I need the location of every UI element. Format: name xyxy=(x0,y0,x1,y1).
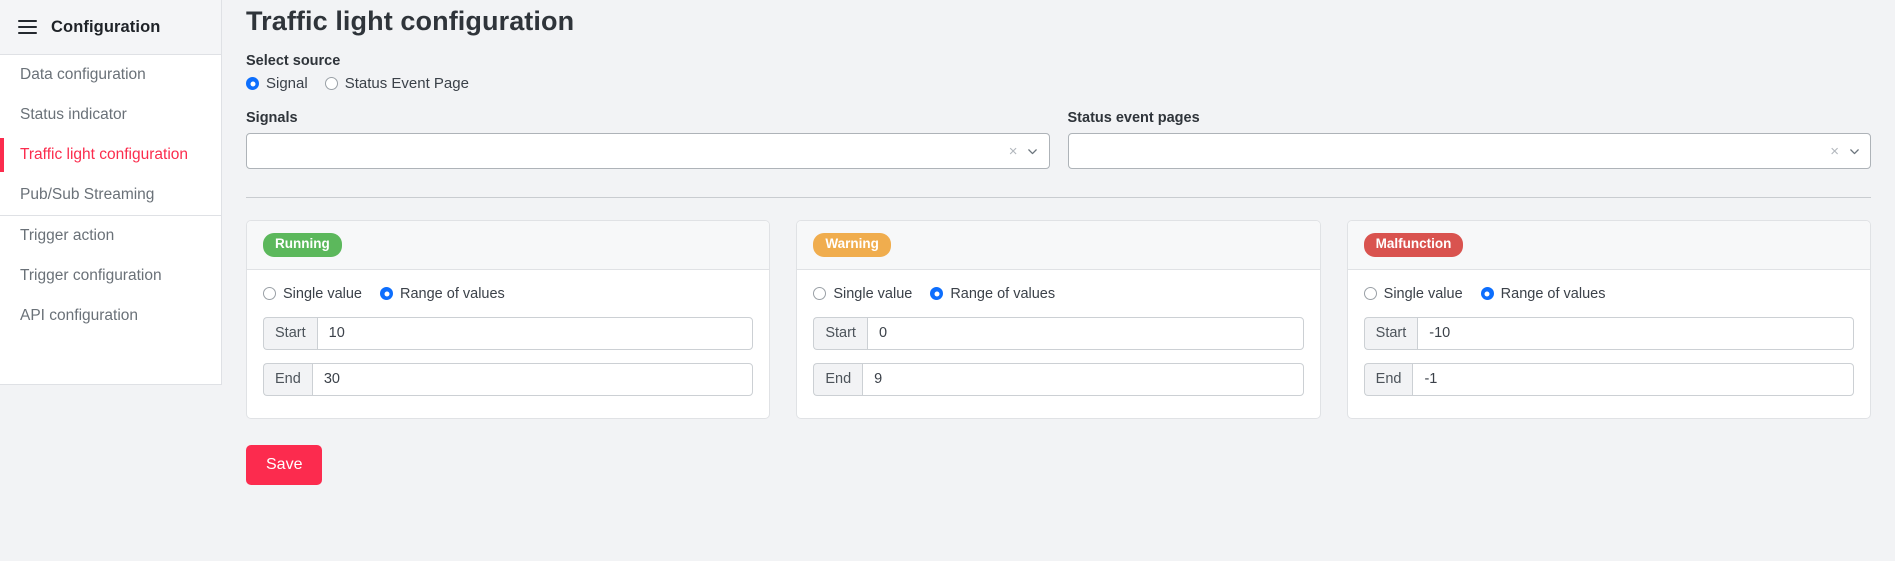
sidebar-item-status-indicator[interactable]: Status indicator xyxy=(0,95,221,135)
end-input-malfunction[interactable]: -1 xyxy=(1412,362,1854,396)
radio-option-single-value-running[interactable]: Single value xyxy=(263,286,362,302)
radio-label-range-of-values-warning: Range of values xyxy=(950,285,1056,302)
radio-indicator-status-event-page[interactable] xyxy=(324,77,338,90)
signals-label: Signals xyxy=(246,110,298,126)
chevron-down-icon[interactable] xyxy=(1025,143,1041,159)
sidebar-item-label: Pub/Sub Streaming xyxy=(20,186,155,203)
radio-option-range-of-values-warning[interactable]: Range of values xyxy=(930,286,1055,302)
sidebar-item-label: Status indicator xyxy=(20,106,127,123)
page-title: Traffic light configuration xyxy=(246,6,575,36)
end-addon-warning: End xyxy=(813,362,863,396)
app-root: Configuration Data configuration Status … xyxy=(0,0,1895,561)
radio-indicator-range-of-values-malfunction[interactable] xyxy=(1480,287,1494,301)
radio-label-single-value-running: Single value xyxy=(283,285,362,302)
section-divider xyxy=(246,197,1871,198)
status-card-warning: Warning Single value Range of values Sta… xyxy=(796,220,1321,419)
close-icon[interactable]: × xyxy=(1823,144,1846,159)
status-card-malfunction: Malfunction Single value Range of values xyxy=(1346,220,1871,419)
select-source-radio-group: Signal Status Event Page xyxy=(246,75,1871,92)
radio-option-single-value-warning[interactable]: Single value xyxy=(813,286,912,302)
radio-label-status-event-page: Status Event Page xyxy=(344,75,469,92)
sidebar-item-label: API configuration xyxy=(20,307,139,324)
card-body-malfunction: Single value Range of values Start -10 E… xyxy=(1348,270,1870,418)
radio-indicator-range-of-values-running[interactable] xyxy=(380,287,393,301)
end-input-group-malfunction: End -1 xyxy=(1363,362,1854,396)
sidebar-item-label: Data configuration xyxy=(20,66,146,83)
end-input-group-running: End 30 xyxy=(263,362,754,396)
sidebar-item-traffic-light-configuration[interactable]: Traffic light configuration xyxy=(0,135,221,175)
selects-row: Signals × Status event pages × xyxy=(246,110,1871,169)
end-input-group-warning: End 9 xyxy=(813,362,1304,396)
start-input-group-malfunction: Start -10 xyxy=(1363,316,1854,350)
card-header-running: Running xyxy=(247,221,770,270)
sidebar-item-label: Traffic light configuration xyxy=(20,146,189,163)
start-input-warning[interactable]: 0 xyxy=(866,316,1304,350)
radio-option-range-of-values-running[interactable]: Range of values xyxy=(380,286,505,302)
main-content: Traffic light configuration Select sourc… xyxy=(222,0,1895,485)
status-card-running: Running Single value Range of values Sta… xyxy=(246,220,771,419)
sidebar-item-pub-sub-streaming[interactable]: Pub/Sub Streaming xyxy=(0,175,221,215)
sidebar-title: Configuration xyxy=(51,17,161,36)
radio-indicator-range-of-values-warning[interactable] xyxy=(930,287,944,301)
radio-label-single-value-warning: Single value xyxy=(833,285,913,302)
mode-radio-group-malfunction: Single value Range of values xyxy=(1363,285,1854,302)
sidebar: Configuration Data configuration Status … xyxy=(0,0,222,385)
save-button[interactable]: Save xyxy=(246,444,323,485)
start-input-running[interactable]: 10 xyxy=(316,316,754,350)
card-header-malfunction: Malfunction xyxy=(1347,221,1870,270)
sidebar-item-label: Trigger action xyxy=(20,227,115,244)
sidebar-group-secondary: Trigger action Trigger configuration API… xyxy=(0,215,221,336)
signals-select-group: Signals × xyxy=(246,110,1050,169)
status-badge-malfunction: Malfunction xyxy=(1363,233,1464,257)
start-addon-malfunction: Start xyxy=(1363,316,1418,350)
radio-option-signal[interactable]: Signal xyxy=(246,75,308,92)
radio-label-single-value-malfunction: Single value xyxy=(1383,285,1463,302)
close-icon[interactable]: × xyxy=(1002,144,1025,159)
card-body-running: Single value Range of values Start 10 En… xyxy=(247,270,769,418)
radio-option-status-event-page[interactable]: Status Event Page xyxy=(324,75,469,92)
sidebar-item-api-configuration[interactable]: API configuration xyxy=(0,296,221,336)
start-input-group-running: Start 10 xyxy=(263,316,754,350)
mode-radio-group-warning: Single value Range of values xyxy=(813,286,1303,302)
signals-select[interactable]: × xyxy=(246,133,1050,169)
radio-indicator-single-value-running[interactable] xyxy=(263,287,276,301)
status-event-pages-label: Status event pages xyxy=(1067,110,1200,126)
radio-indicator-signal[interactable] xyxy=(246,77,259,90)
sidebar-item-label: Trigger configuration xyxy=(20,267,162,284)
hamburger-icon[interactable] xyxy=(18,20,37,34)
start-addon-running: Start xyxy=(263,316,317,350)
mode-radio-group-running: Single value Range of values xyxy=(263,286,753,302)
start-input-group-warning: Start 0 xyxy=(813,316,1304,350)
status-cards-row: Running Single value Range of values Sta… xyxy=(246,220,1871,419)
end-addon-running: End xyxy=(263,362,312,396)
sidebar-item-trigger-action[interactable]: Trigger action xyxy=(0,216,221,256)
chevron-down-icon[interactable] xyxy=(1846,143,1862,159)
start-addon-warning: Start xyxy=(813,316,867,350)
status-badge-warning: Warning xyxy=(813,233,891,257)
status-event-pages-select[interactable]: × xyxy=(1067,133,1871,169)
end-input-warning[interactable]: 9 xyxy=(862,362,1304,396)
sidebar-item-data-configuration[interactable]: Data configuration xyxy=(0,55,221,95)
card-header-warning: Warning xyxy=(797,221,1320,270)
status-badge-running: Running xyxy=(263,233,342,257)
radio-indicator-single-value-malfunction[interactable] xyxy=(1363,287,1377,301)
radio-option-single-value-malfunction[interactable]: Single value xyxy=(1363,285,1463,302)
radio-label-range-of-values-running: Range of values xyxy=(400,285,505,302)
start-input-malfunction[interactable]: -10 xyxy=(1417,316,1854,350)
sidebar-group-primary: Data configuration Status indicator Traf… xyxy=(0,55,221,215)
end-input-running[interactable]: 30 xyxy=(311,362,754,396)
radio-label-signal: Signal xyxy=(266,75,308,92)
radio-label-range-of-values-malfunction: Range of values xyxy=(1500,285,1606,302)
radio-indicator-single-value-warning[interactable] xyxy=(813,287,827,301)
card-body-warning: Single value Range of values Start 0 End xyxy=(797,270,1319,418)
sidebar-header: Configuration xyxy=(0,0,221,55)
sidebar-item-trigger-configuration[interactable]: Trigger configuration xyxy=(0,256,221,296)
status-event-pages-select-group: Status event pages × xyxy=(1067,110,1871,169)
end-addon-malfunction: End xyxy=(1363,362,1413,396)
radio-option-range-of-values-malfunction[interactable]: Range of values xyxy=(1480,285,1606,302)
select-source-label: Select source xyxy=(246,53,341,69)
